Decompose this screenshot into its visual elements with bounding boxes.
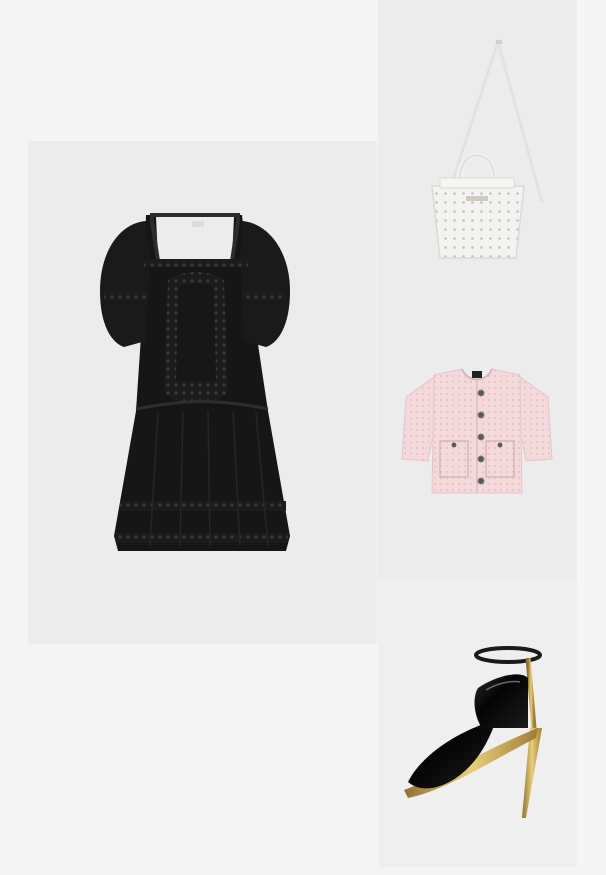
- product-tile-sandal[interactable]: [378, 578, 577, 867]
- outfit-board: [0, 0, 606, 875]
- product-tile-jacket[interactable]: [378, 289, 577, 578]
- pink-cropped-tweed-jacket-image: [401, 368, 553, 494]
- black-lace-mini-dress-image: [100, 213, 290, 551]
- product-tile-bag[interactable]: [378, 0, 577, 289]
- black-gold-heeled-sandal-image: [404, 646, 542, 818]
- product-tile-dress[interactable]: [28, 141, 377, 644]
- white-perforated-tote-bag-image: [431, 36, 544, 259]
